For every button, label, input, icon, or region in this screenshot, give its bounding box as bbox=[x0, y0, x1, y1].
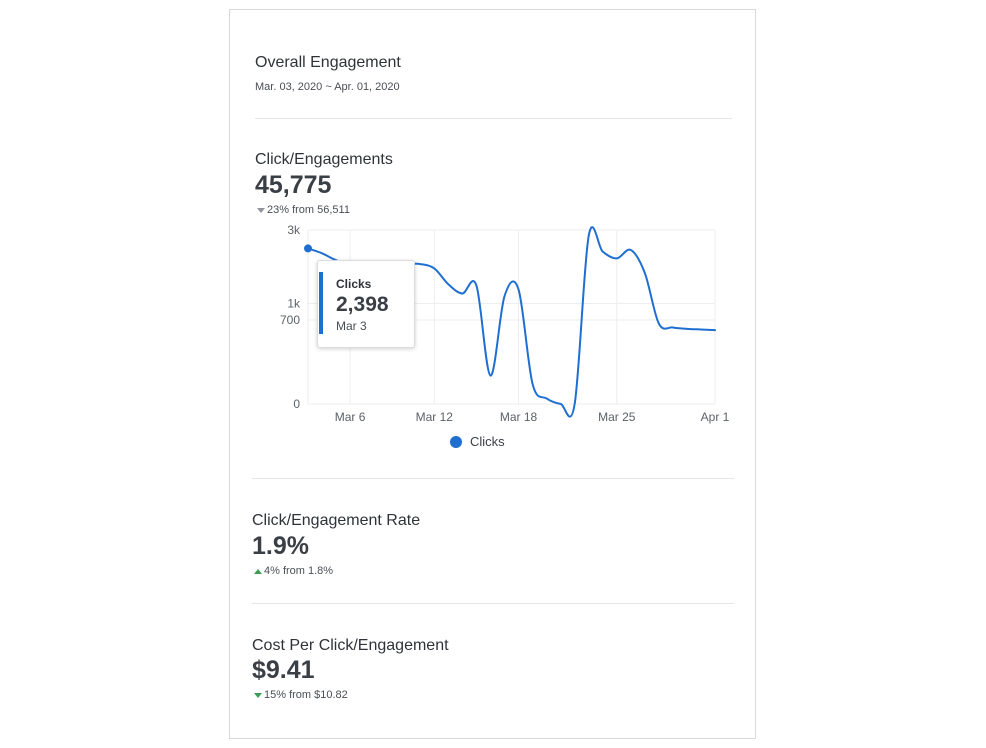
y-tick-label: 0 bbox=[293, 397, 300, 411]
tooltip-value: 2,398 bbox=[336, 293, 389, 316]
cost-delta: 15% from $10.82 bbox=[254, 689, 348, 701]
date-range: Mar. 03, 2020 ~ Apr. 01, 2020 bbox=[255, 81, 400, 93]
caret-down-icon bbox=[254, 692, 262, 698]
y-tick-label: 1k bbox=[287, 297, 301, 311]
y-tick-label: 3k bbox=[287, 223, 301, 237]
cost-metric-value: $9.41 bbox=[252, 656, 315, 684]
legend-marker-icon bbox=[450, 435, 462, 448]
cost-metric-label: Cost Per Click/Engagement bbox=[252, 637, 449, 654]
chart-legend-item[interactable]: Clicks bbox=[450, 434, 505, 449]
x-tick-label: Mar 12 bbox=[416, 410, 454, 424]
tooltip-color-bar bbox=[319, 272, 323, 334]
x-tick-label: Mar 18 bbox=[500, 410, 538, 424]
chart-tooltip: Clicks 2,398 Mar 3 bbox=[317, 260, 415, 348]
divider bbox=[252, 478, 734, 479]
clicks-delta: 23% from 56,511 bbox=[257, 204, 350, 216]
legend-label: Clicks bbox=[470, 434, 505, 449]
clicks-delta-text: 23% from 56,511 bbox=[267, 204, 350, 216]
series-points bbox=[304, 244, 312, 253]
x-tick-label: Mar 25 bbox=[598, 410, 636, 424]
rate-delta: 4% from 1.8% bbox=[254, 565, 333, 577]
y-tick-label: 700 bbox=[280, 313, 300, 327]
tooltip-date: Mar 3 bbox=[336, 319, 367, 333]
divider bbox=[255, 118, 732, 119]
highlighted-point bbox=[304, 244, 312, 253]
x-tick-label: Apr 1 bbox=[701, 410, 730, 424]
rate-metric-value: 1.9% bbox=[252, 532, 309, 560]
x-tick-label: Mar 6 bbox=[335, 410, 366, 424]
caret-up-icon bbox=[254, 568, 262, 574]
caret-down-icon bbox=[257, 207, 265, 213]
cost-delta-text: 15% from $10.82 bbox=[264, 689, 348, 701]
clicks-metric-label: Click/Engagements bbox=[255, 151, 393, 168]
y-axis-ticks: 0 700 1k 3k bbox=[280, 223, 301, 411]
divider bbox=[252, 603, 734, 604]
rate-metric-label: Click/Engagement Rate bbox=[252, 512, 421, 529]
clicks-metric-value: 45,775 bbox=[255, 171, 332, 199]
card-title: Overall Engagement bbox=[255, 54, 401, 71]
x-axis-ticks: Mar 6 Mar 12 Mar 18 Mar 25 Apr 1 bbox=[335, 410, 730, 424]
rate-delta-text: 4% from 1.8% bbox=[264, 565, 334, 577]
tooltip-series-name: Clicks bbox=[336, 277, 372, 291]
